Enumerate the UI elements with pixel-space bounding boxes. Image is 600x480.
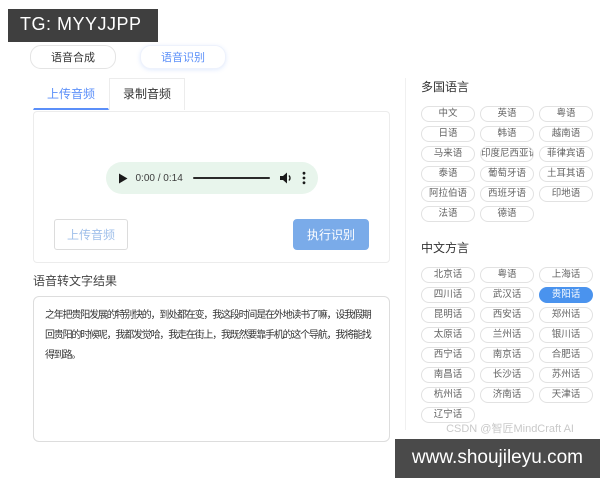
result-label: 语音转文字结果 xyxy=(33,274,118,288)
language-panel: 多国语言 中文 英语 粤语 日语 韩语 越南语 马来语 印度尼西亚语 菲律宾语 泰语 葡萄牙语 土耳其… xyxy=(421,78,593,423)
audio-source-tabs: 上传音频 录制音频 xyxy=(33,78,391,110)
audio-time: 0:00 / 0:14 xyxy=(135,172,183,184)
language-button[interactable]: 英语 xyxy=(480,106,534,122)
tab-speech-recognition[interactable]: 语音识别 xyxy=(140,45,226,69)
play-icon[interactable] xyxy=(118,173,128,184)
dialect-button[interactable]: 郑州话 xyxy=(539,307,593,323)
language-button[interactable]: 马来语 xyxy=(421,146,475,162)
card-actions: 上传音频 执行识别 xyxy=(34,219,389,262)
dialect-button[interactable]: 兰州话 xyxy=(480,327,534,343)
language-button[interactable]: 粤语 xyxy=(539,106,593,122)
kebab-menu-icon[interactable] xyxy=(302,171,306,185)
audio-progress-bar[interactable] xyxy=(192,177,270,179)
upload-card: 0:00 / 0:14 上传音频 执行识别 xyxy=(33,111,390,263)
panel-divider xyxy=(405,78,406,430)
language-button[interactable]: 德语 xyxy=(480,206,534,222)
dialect-button[interactable]: 南昌话 xyxy=(421,367,475,383)
tab-record-audio[interactable]: 录制音频 xyxy=(109,78,186,110)
dialect-button[interactable]: 武汉话 xyxy=(480,287,534,303)
language-button[interactable]: 韩语 xyxy=(480,126,534,142)
dialect-button[interactable]: 上海话 xyxy=(539,267,593,283)
dialect-button[interactable]: 苏州话 xyxy=(539,367,593,383)
audio-player[interactable]: 0:00 / 0:14 xyxy=(105,162,318,194)
tg-contact-badge: TG: MYYJJPP xyxy=(8,9,158,42)
language-button[interactable]: 西班牙语 xyxy=(480,186,534,202)
dialect-button[interactable]: 杭州话 xyxy=(421,387,475,403)
mode-tabs: 语音合成 语音识别 xyxy=(30,45,226,69)
tab-upload-audio[interactable]: 上传音频 xyxy=(33,78,110,110)
language-button[interactable]: 中文 xyxy=(421,106,475,122)
dialects-title: 中文方言 xyxy=(421,241,470,255)
language-button[interactable]: 泰语 xyxy=(421,166,475,182)
language-button[interactable]: 菲律宾语 xyxy=(539,146,593,162)
dialect-button[interactable]: 长沙话 xyxy=(480,367,534,383)
dialect-grid: 北京话 粤语 上海话四川话 武汉话 贵阳话昆明话 西安话 郑州话太原话 兰州话 银川话西宁话 南京… xyxy=(421,267,593,423)
speech-recognition-page: { "page": { "tg_badge": "TG: MYYJJPP", "… xyxy=(0,0,600,480)
dialect-button[interactable]: 天津话 xyxy=(539,387,593,403)
languages-title: 多国语言 xyxy=(421,80,470,94)
dialect-button[interactable]: 济南话 xyxy=(480,387,534,403)
dialect-button[interactable]: 粤语 xyxy=(480,267,534,283)
dialect-button[interactable]: 西安话 xyxy=(480,307,534,323)
language-button[interactable]: 印度尼西亚语 xyxy=(480,146,534,162)
dialect-button[interactable]: 太原话 xyxy=(421,327,475,343)
dialect-button[interactable]: 四川话 xyxy=(421,287,475,303)
language-button[interactable]: 葡萄牙语 xyxy=(480,166,534,182)
language-button[interactable]: 印地语 xyxy=(539,186,593,202)
language-button[interactable]: 法语 xyxy=(421,206,475,222)
language-button[interactable]: 越南语 xyxy=(539,126,593,142)
upload-audio-button[interactable]: 上传音频 xyxy=(54,219,129,250)
language-button[interactable]: 日语 xyxy=(421,126,475,142)
language-button[interactable]: 土耳其语 xyxy=(539,166,593,182)
run-recognition-button[interactable]: 执行识别 xyxy=(292,219,369,250)
site-url-badge: www.shoujileyu.com xyxy=(394,439,600,478)
dialect-button[interactable]: 北京话 xyxy=(421,267,475,283)
dialect-button[interactable]: 银川话 xyxy=(539,327,593,343)
volume-icon[interactable] xyxy=(279,172,293,184)
dialect-button[interactable]: 昆明话 xyxy=(421,307,475,323)
language-grid: 中文 英语 粤语日语 韩语 越南语马来语 印度尼西亚语 菲律宾语泰语 葡萄牙语 土耳其语阿拉伯语… xyxy=(421,106,593,222)
dialect-button[interactable]: 西宁话 xyxy=(421,347,475,363)
dialect-button[interactable]: 南京话 xyxy=(480,347,534,363)
csdn-watermark: CSDN @智匠MindCraft AI xyxy=(446,423,574,435)
dialect-button[interactable]: 贵阳话 xyxy=(539,287,593,303)
tab-speech-synthesis[interactable]: 语音合成 xyxy=(30,45,116,69)
language-button[interactable]: 阿拉伯语 xyxy=(421,186,475,202)
recognition-panel: 上传音频 录制音频 0:00 / 0:14 上传音频 执行识别 语音转文字结果 … xyxy=(33,78,391,442)
dialect-button[interactable]: 合肥话 xyxy=(539,347,593,363)
transcription-result[interactable]: 之年把贵阳发展的特别快的，到处都在变，我这段时间是在外地读书了嘛，设我假期回贵阳… xyxy=(33,296,390,442)
